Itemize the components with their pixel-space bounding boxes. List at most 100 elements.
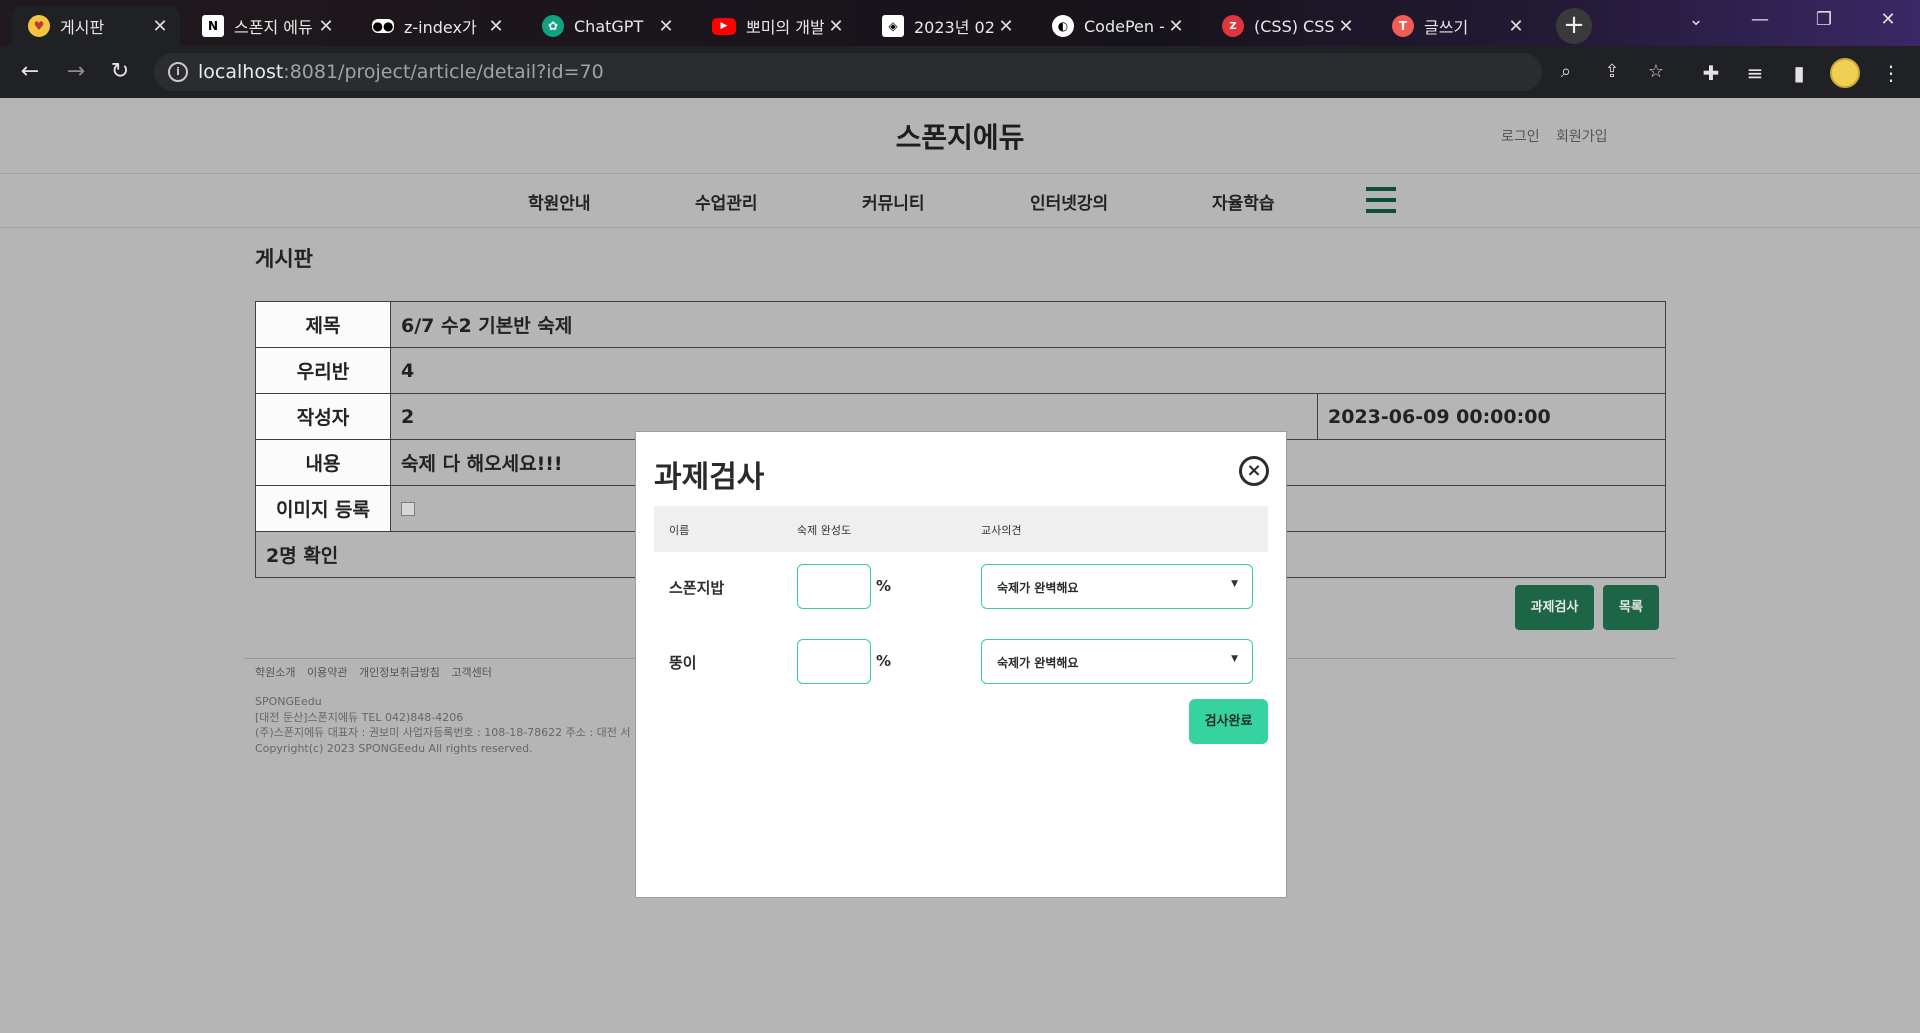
login-link[interactable]: 로그인 xyxy=(1501,126,1540,146)
teacher-opinion-select[interactable]: 숙제가 완벽해요 ▼ xyxy=(981,639,1253,684)
tistory-icon: T xyxy=(1392,15,1414,37)
browser-toolbar: ← → ↻ i localhost:8081/project/article/d… xyxy=(0,46,1920,98)
student-name: 뚱이 xyxy=(669,654,697,672)
broken-image-icon xyxy=(401,502,415,516)
maximize-icon[interactable]: ❐ xyxy=(1796,0,1852,40)
list-button[interactable]: 목록 xyxy=(1603,585,1659,630)
bookmark-star-icon[interactable]: ☆ xyxy=(1644,60,1668,84)
class-value: 4 xyxy=(390,347,1666,394)
share-icon[interactable]: ⇪ xyxy=(1600,60,1624,84)
footer-company-info: SPONGEedu [대전 둔산]스폰지에듀 TEL 042)848-4206 … xyxy=(255,694,630,756)
completion-percent-input[interactable] xyxy=(797,564,871,609)
percent-sign: % xyxy=(876,652,892,670)
forward-arrow-icon[interactable]: → xyxy=(60,56,92,88)
footer-links: 학원소개 이용약관 개인정보취급방침 고객센터 xyxy=(255,664,500,680)
tab-board[interactable]: ♥ 게시판 ✕ xyxy=(12,6,180,46)
tab-search-icon[interactable]: ⌄ xyxy=(1668,0,1724,40)
tab-zindex-medium[interactable]: ●● z-index가 ✕ xyxy=(356,6,516,46)
close-icon[interactable]: ✕ xyxy=(994,16,1018,37)
footer-link-terms[interactable]: 이용약관 xyxy=(307,666,347,679)
chevron-down-icon: ▼ xyxy=(1231,654,1238,664)
tab-title: 뽀미의 개발 xyxy=(746,18,824,37)
page-content: 스폰지에듀 로그인 회원가입 학원안내 수업관리 커뮤니티 인터넷강의 자율학습… xyxy=(0,98,1920,1033)
check-homework-button[interactable]: 과제검사 xyxy=(1515,585,1594,630)
tab-codepen-2023[interactable]: ◈ 2023년 02 ✕ xyxy=(866,6,1026,46)
tab-title: CodePen - xyxy=(1084,16,1164,36)
percent-sign: % xyxy=(876,577,892,595)
youtube-icon: ▶ xyxy=(712,17,736,35)
subject-value: 6/7 수2 기본반 숙제 xyxy=(390,301,1666,348)
close-icon[interactable]: ✕ xyxy=(824,16,848,37)
close-icon[interactable]: ✕ xyxy=(314,16,338,37)
modal-table-header: 이름 숙제 완성도 교사의견 xyxy=(654,506,1268,552)
close-icon[interactable]: ✕ xyxy=(148,16,172,37)
reload-icon[interactable]: ↻ xyxy=(104,56,136,88)
signup-link[interactable]: 회원가입 xyxy=(1556,126,1608,146)
site-info-icon[interactable]: i xyxy=(168,62,188,82)
tab-title: 2023년 02 xyxy=(914,18,994,37)
nav-item-community[interactable]: 커뮤니티 xyxy=(862,189,925,214)
header-name: 이름 xyxy=(669,524,690,537)
footer-brand: SPONGEedu xyxy=(255,695,322,708)
check-complete-button[interactable]: 검사완료 xyxy=(1189,699,1268,744)
side-panel-icon[interactable]: ▮ xyxy=(1786,60,1812,86)
close-icon[interactable]: ✕ xyxy=(484,16,508,37)
content-label: 내용 xyxy=(255,439,391,486)
chevron-down-icon: ▼ xyxy=(1231,579,1238,589)
extensions-puzzle-icon[interactable]: ✚ xyxy=(1698,60,1724,86)
footer-link-about[interactable]: 학원소개 xyxy=(255,666,295,679)
tab-title: 게시판 xyxy=(60,18,105,37)
codepen-globe-icon: ◐ xyxy=(1052,15,1074,37)
tab-codepen[interactable]: ◐ CodePen - ✕ xyxy=(1036,6,1196,46)
teacher-opinion-select[interactable]: 숙제가 완벽해요 ▼ xyxy=(981,564,1253,609)
header-completion: 숙제 완성도 xyxy=(797,524,852,537)
nav-item-academy-info[interactable]: 학원안내 xyxy=(528,189,591,214)
zoom-icon[interactable]: ⌕ xyxy=(1554,60,1578,84)
footer-link-privacy[interactable]: 개인정보취급방침 xyxy=(359,666,440,679)
tab-chatgpt[interactable]: ✿ ChatGPT ✕ xyxy=(526,6,686,46)
table-row: 우리반 4 xyxy=(255,347,1666,394)
url-text: localhost:8081/project/article/detail?id… xyxy=(198,61,604,83)
medium-icon: ●● xyxy=(372,19,394,33)
profile-avatar[interactable] xyxy=(1830,58,1860,88)
close-icon[interactable]: ✕ xyxy=(654,16,678,37)
close-icon[interactable]: ✕ xyxy=(1164,16,1188,37)
nav-item-self-study[interactable]: 자율학습 xyxy=(1212,189,1275,214)
footer-link-support[interactable]: 고객센터 xyxy=(451,666,491,679)
browser-tab-strip: ♥ 게시판 ✕ N 스폰지 에듀 ✕ ●● z-index가 ✕ ✿ ChatG… xyxy=(0,0,1920,46)
new-tab-button[interactable]: + xyxy=(1556,8,1592,44)
address-bar[interactable]: i localhost:8081/project/article/detail?… xyxy=(154,53,1664,91)
tab-title: 글쓰기 xyxy=(1424,18,1469,37)
minimize-icon[interactable]: — xyxy=(1732,0,1788,40)
nav-item-online-lectures[interactable]: 인터넷강의 xyxy=(1030,189,1108,214)
media-queue-icon[interactable]: ≡ xyxy=(1742,60,1768,86)
hamburger-menu-icon[interactable] xyxy=(1366,187,1396,213)
footer-branch: [대전 둔산]스폰지에듀 TEL 042)848-4206 xyxy=(255,710,464,724)
completion-percent-input[interactable] xyxy=(797,639,871,684)
tab-title: ChatGPT xyxy=(574,16,644,36)
close-icon[interactable]: ✕ xyxy=(1334,16,1358,37)
tab-spongeedu-notion[interactable]: N 스폰지 에듀 ✕ xyxy=(186,6,346,46)
site-header: 스폰지에듀 로그인 회원가입 xyxy=(0,98,1920,174)
tab-youtube[interactable]: ▶ 뽀미의 개발 ✕ xyxy=(696,6,856,46)
back-arrow-icon[interactable]: ← xyxy=(14,56,46,88)
tab-css-zerocho[interactable]: Z (CSS) CSS ✕ xyxy=(1206,6,1366,46)
tab-write-tistory[interactable]: T 글쓰기 ✕ xyxy=(1376,6,1536,46)
close-icon[interactable]: ✕ xyxy=(1504,16,1528,37)
close-icon[interactable]: × xyxy=(1239,456,1269,486)
opinion-selected-value: 숙제가 완벽해요 xyxy=(997,581,1079,595)
site-logo[interactable]: 스폰지에듀 xyxy=(0,116,1920,156)
chatgpt-icon: ✿ xyxy=(542,15,564,37)
nav-item-class-management[interactable]: 수업관리 xyxy=(695,189,758,214)
author-label: 작성자 xyxy=(255,393,391,440)
more-menu-icon[interactable]: ⋮ xyxy=(1878,60,1904,86)
modal-title: 과제검사 xyxy=(654,460,765,495)
emoji-heart-eyes-icon: ♥ xyxy=(28,15,50,37)
main-navigation: 학원안내 수업관리 커뮤니티 인터넷강의 자율학습 xyxy=(0,175,1920,228)
subject-label: 제목 xyxy=(255,301,391,348)
notion-icon: N xyxy=(202,15,224,37)
window-close-icon[interactable]: ✕ xyxy=(1860,0,1916,40)
tab-title: 스폰지 에듀 xyxy=(234,18,313,37)
tab-title: (CSS) CSS xyxy=(1254,16,1334,36)
opinion-selected-value: 숙제가 완벽해요 xyxy=(997,656,1079,670)
